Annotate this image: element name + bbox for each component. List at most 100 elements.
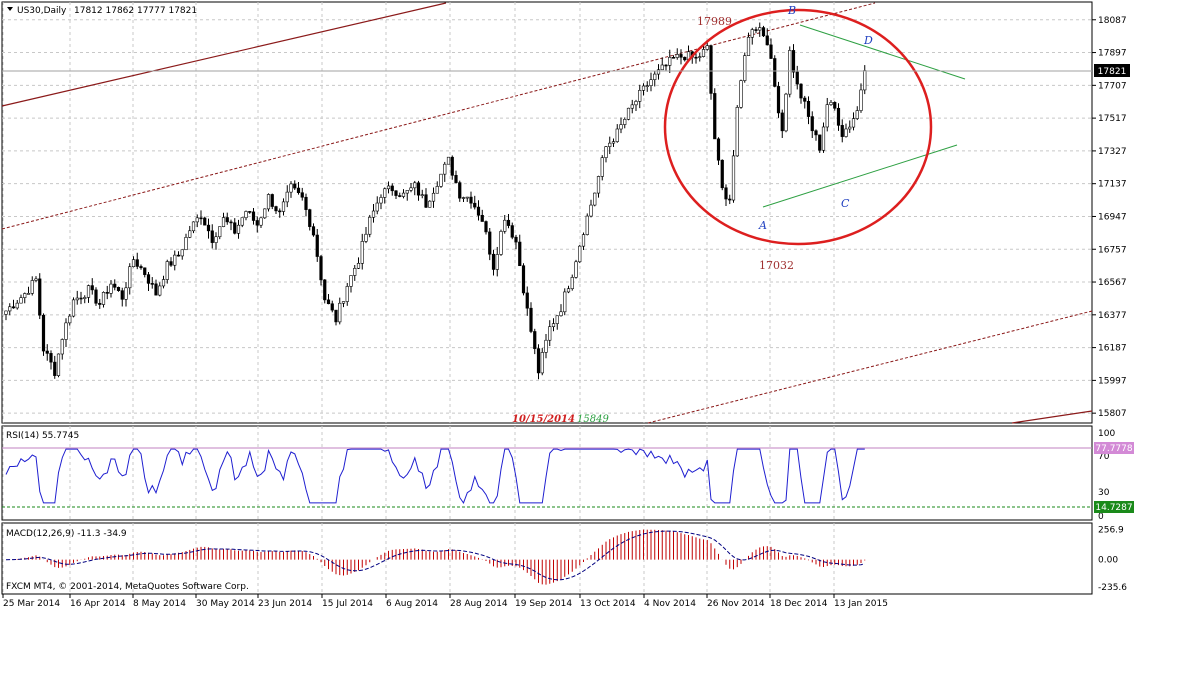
candle-body: [248, 211, 252, 213]
high-annotation: 17989: [697, 15, 732, 28]
candle-body: [341, 301, 346, 304]
candle-body: [11, 306, 16, 309]
candle-body: [409, 187, 413, 191]
candle-body: [750, 29, 754, 38]
chart-title: US30,Daily 17812 17862 17777 17821: [7, 6, 197, 16]
candle-body: [101, 292, 106, 305]
candle-body: [518, 241, 522, 267]
candle-body: [368, 216, 372, 235]
candle-body: [634, 101, 638, 106]
price-tick-label: 15997: [1098, 376, 1127, 386]
current-price-label: 17821: [1098, 67, 1127, 77]
candle-body: [131, 259, 136, 268]
candle-body: [649, 79, 653, 86]
candle-body: [773, 58, 777, 87]
time-axis: 25 Mar 2014 16 Apr 2014 8 May 2014 30 May 2…: [2, 594, 888, 609]
candle-body: [60, 339, 64, 355]
candle-body: [30, 280, 34, 294]
candle-body: [840, 125, 844, 137]
candle-body: [158, 285, 162, 296]
candle-body: [450, 156, 454, 176]
time-tick-label: 13 Jan 2015: [834, 599, 888, 609]
candle-body: [323, 279, 327, 301]
candle-body: [233, 222, 237, 234]
time-tick-label: 13 Oct 2014: [580, 599, 636, 609]
candle-body: [660, 64, 664, 71]
candle-body: [536, 348, 541, 374]
macd-tick-label: -235.6: [1098, 583, 1127, 593]
candle-body: [71, 299, 76, 317]
candle-body: [424, 194, 428, 208]
candle-body: [833, 102, 837, 109]
candle-body: [859, 89, 863, 111]
candle-body: [641, 85, 646, 91]
candle-body: [570, 277, 574, 290]
candle-body: [304, 196, 308, 210]
price-tick-label: 17327: [1098, 147, 1127, 157]
price-tick-label: 17517: [1098, 114, 1127, 124]
candle-body: [311, 226, 316, 236]
candle-body: [728, 198, 732, 201]
candle-body: [394, 190, 398, 196]
candle-body: [173, 254, 177, 266]
candle-body: [574, 261, 578, 278]
price-panel[interactable]: [1, 1, 1093, 424]
candle-body: [353, 268, 357, 276]
candle-body: [146, 274, 151, 284]
candle-body: [210, 230, 214, 243]
rsi-label: RSI(14) 55.7745: [6, 431, 79, 441]
candle-body: [454, 175, 458, 183]
candle-body: [255, 220, 259, 226]
candle-body: [315, 234, 319, 257]
candle-body: [98, 302, 102, 305]
candle-body: [386, 185, 391, 190]
candle-body: [49, 353, 53, 363]
chart-canvas[interactable]: 15807 15997 16187 16377 16567 16757 16947 17137…: [0, 0, 1184, 682]
candle-body: [390, 185, 394, 192]
candle-body: [758, 27, 762, 31]
candle-body: [664, 64, 668, 67]
rsi-tick-label: 0: [1098, 512, 1104, 522]
candle-body: [379, 197, 383, 204]
candle-body: [671, 57, 676, 59]
candle-body: [94, 289, 98, 304]
candle-body: [203, 217, 207, 226]
candle-body: [356, 263, 361, 269]
time-tick-label: 23 Jun 2014: [258, 599, 312, 609]
candle-body: [38, 278, 42, 316]
candle-body: [716, 138, 721, 161]
candle-body: [296, 187, 301, 193]
candle-body: [83, 297, 87, 299]
candle-body: [90, 285, 94, 291]
candle-body: [53, 361, 57, 376]
candle-body: [431, 192, 436, 202]
candle-body: [821, 126, 826, 151]
candle-body: [810, 116, 814, 132]
candle-body: [75, 297, 79, 301]
point-a-label: A: [758, 219, 767, 232]
candle-body: [578, 245, 582, 263]
candle-body: [521, 265, 526, 294]
point-b-label: B: [787, 4, 796, 17]
candle-body: [844, 128, 848, 137]
candle-body: [506, 219, 511, 226]
candle-body: [154, 283, 158, 296]
candle-body: [818, 134, 822, 151]
candle-body: [19, 297, 23, 304]
candle-body: [735, 107, 739, 157]
candle-body: [281, 201, 286, 212]
price-tick-label: 16377: [1098, 311, 1127, 321]
candle-body: [218, 226, 222, 238]
candle-body: [236, 224, 241, 234]
rsi-upper-value: 77.7778: [1095, 444, 1132, 454]
candle-body: [600, 157, 604, 177]
candle-body: [739, 80, 743, 108]
candle-body: [619, 124, 623, 130]
rsi-tick-label: 30: [1098, 488, 1110, 498]
candle-body: [488, 231, 492, 255]
candle-body: [23, 293, 27, 298]
candle-body: [551, 323, 556, 327]
candle-body: [229, 221, 233, 224]
time-tick-label: 26 Nov 2014: [707, 599, 765, 609]
ohlc-values: 17812 17862 17777 17821: [74, 6, 197, 16]
